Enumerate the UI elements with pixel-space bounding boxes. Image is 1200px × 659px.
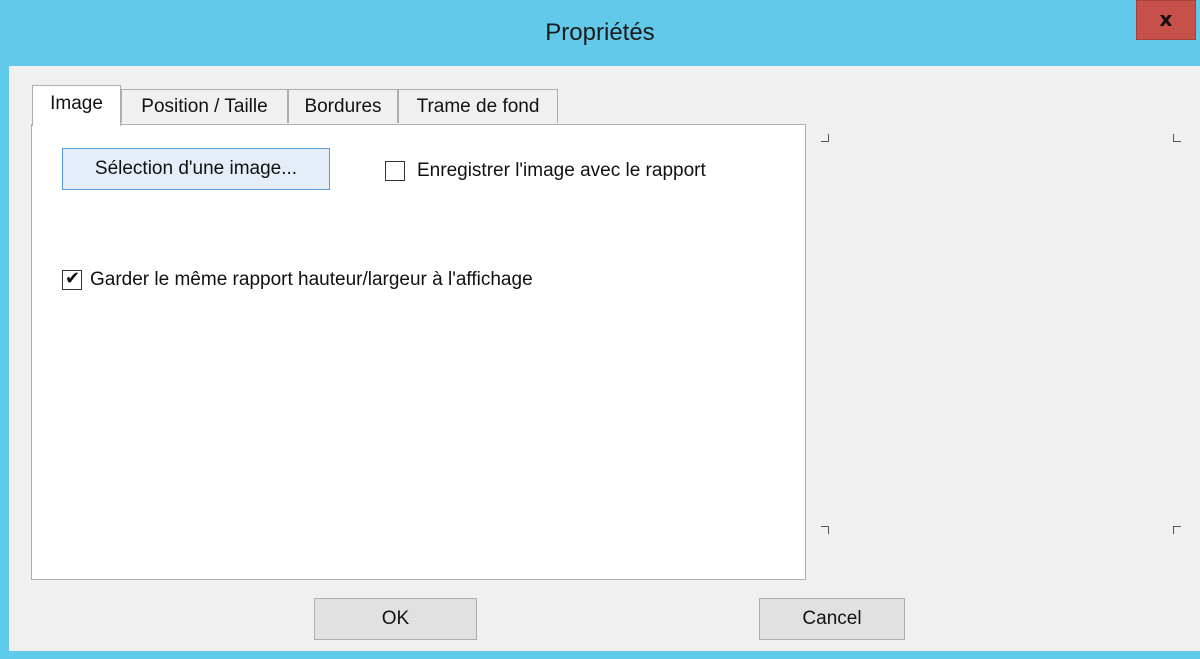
close-button[interactable]: x [1136, 0, 1196, 40]
checkmark-icon: ✔ [65, 268, 81, 289]
preview-corner-bottom-right-icon [1173, 526, 1181, 534]
preview-corner-top-right-icon [1173, 134, 1181, 142]
tab-image[interactable]: Image [32, 85, 121, 126]
cancel-label: Cancel [802, 608, 862, 629]
tab-image-label: Image [50, 93, 103, 114]
select-image-button[interactable]: Sélection d'une image... [62, 148, 330, 190]
properties-dialog: Propriétés x Image Position / Taille Bor… [0, 0, 1200, 659]
preview-corner-top-left-icon [821, 134, 829, 142]
tab-position-size[interactable]: Position / Taille [121, 89, 288, 123]
preview-corner-bottom-left-icon [821, 526, 829, 534]
keep-aspect-ratio-label: Garder le même rapport hauteur/largeur à… [90, 269, 533, 290]
keep-aspect-ratio-checkbox[interactable]: ✔ [62, 268, 82, 290]
select-image-label: Sélection d'une image... [94, 158, 298, 179]
close-icon: x [1159, 7, 1173, 31]
tab-background-label: Trame de fond [416, 96, 540, 117]
tab-borders-label: Bordures [304, 96, 382, 117]
tab-background[interactable]: Trame de fond [398, 89, 558, 123]
ok-button[interactable]: OK [314, 598, 477, 640]
ok-label: OK [381, 608, 410, 629]
dialog-title: Propriétés [545, 19, 655, 46]
cancel-button[interactable]: Cancel [759, 598, 905, 640]
image-tab-panel [31, 124, 806, 580]
tab-borders[interactable]: Bordures [288, 89, 398, 123]
save-with-report-checkbox[interactable] [385, 161, 405, 181]
tab-position-size-label: Position / Taille [141, 96, 268, 117]
save-with-report-label: Enregistrer l'image avec le rapport [417, 160, 706, 181]
